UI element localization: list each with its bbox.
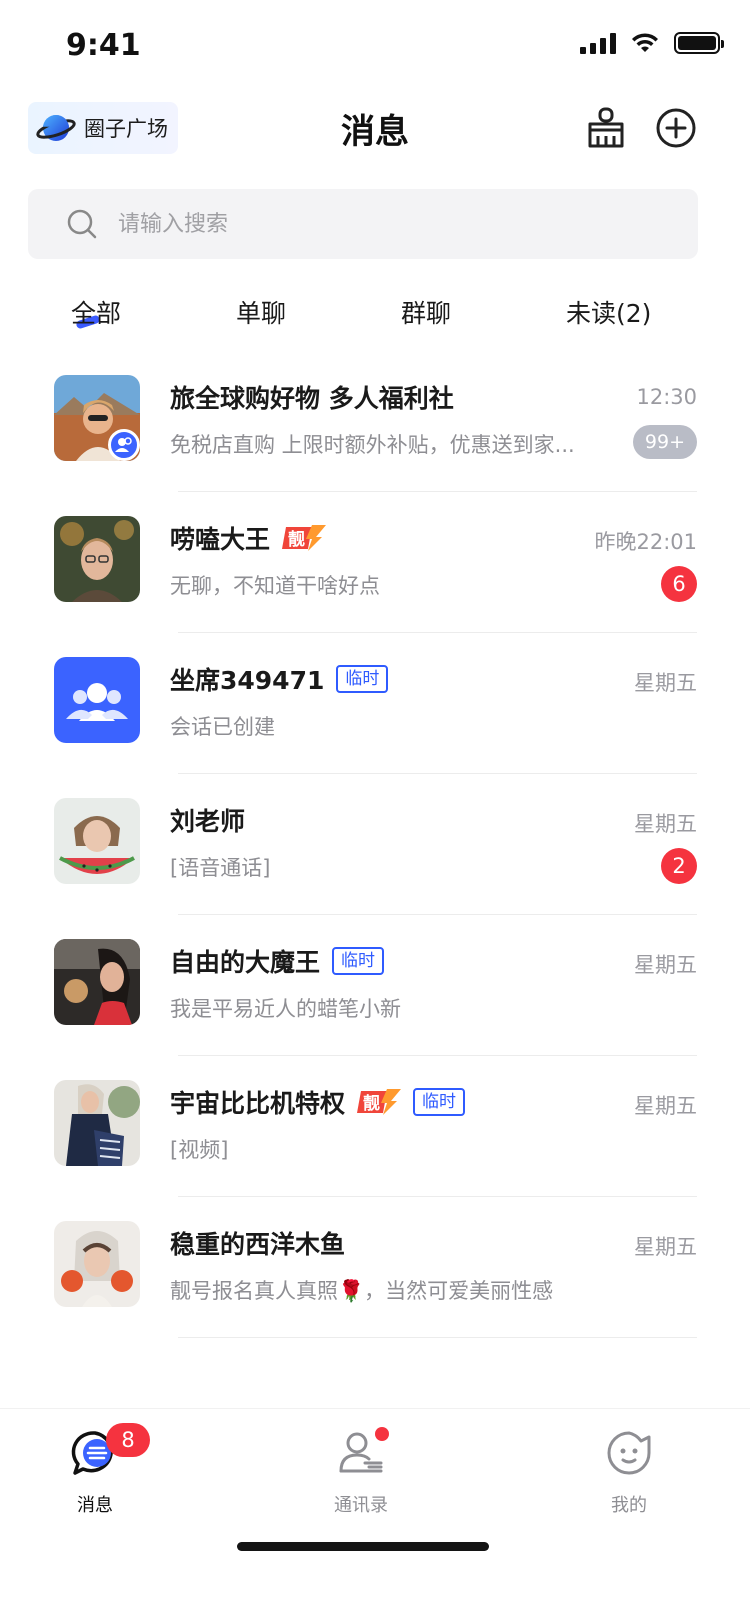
vip-tag-label: 靓 [363,1093,380,1114]
search-bar[interactable] [28,189,698,259]
conversation-preview: 我是平易近人的蜡笔小新 [170,997,401,1021]
unread-count-badge: 6 [661,566,697,602]
clear-unread-button[interactable] [584,106,628,150]
messages-unread-badge: 8 [106,1423,150,1457]
conversation-time: 星期五 [634,1094,697,1118]
home-indicator [237,1542,489,1551]
battery-icon [674,32,724,54]
conversation-name-wrap: 坐席349471 临时 [170,661,389,697]
tabbar-contacts-label: 通讯录 [334,1495,388,1516]
conversation-name: 宇宙比比机特权 [170,1089,346,1118]
conversation-name-wrap: 稳重的西洋木鱼 [170,1225,345,1261]
status-time: 9:41 [66,28,141,63]
temporary-tag: 临时 [332,947,385,975]
conversation-name: 坐席349471 [170,666,325,695]
conversation-row[interactable]: 旅全球购好物 多人福利社 免税店直购 上限时额外补贴，优惠送到家... 12:3… [0,351,750,492]
conversation-name: 刘老师 [170,807,246,836]
profile-face-icon [605,1429,653,1477]
tab-unread[interactable]: 未读(2) [566,294,651,330]
conversation-row[interactable]: 稳重的西洋木鱼 靓号报名真人真照🌹，当然可爱美丽性感 星期五 [0,1197,750,1338]
conversation-row[interactable]: 宇宙比比机特权 靓 临时 [视频] 星期五 [0,1056,750,1197]
conversation-row[interactable]: 刘老师 [语音通话] 星期五 2 [0,774,750,915]
conversation-time: 星期五 [634,671,697,695]
broom-icon [588,107,624,148]
unread-count-badge: 99+ [632,425,697,459]
bottom-tab-bar: 消息 8 通讯录 我的 [0,1408,750,1624]
row-divider [178,1337,697,1338]
page-title: 消息 [341,112,409,152]
conversation-name-wrap: 自由的大魔王 临时 [170,943,385,979]
temporary-tag: 临时 [413,1088,466,1116]
conversation-time: 星期五 [634,812,697,836]
conversation-filter-tabs: 全部 单聊 群聊 未读(2) [0,288,750,338]
conversation-list: 旅全球购好物 多人福利社 免税店直购 上限时额外补贴，优惠送到家... 12:3… [0,351,750,1338]
tabbar-me-label: 我的 [611,1495,647,1516]
conversation-time: 星期五 [634,1235,697,1259]
contacts-notification-dot [375,1427,389,1441]
nav-bar: 圈子广场 消息 [0,96,750,166]
conversation-row[interactable]: 唠嗑大王 靓 无聊，不知道干啥好点 昨晚22:01 6 [0,492,750,633]
conversation-preview: 靓号报名真人真照🌹，当然可爱美丽性感 [170,1279,554,1303]
conversation-name: 唠嗑大王 [170,525,271,554]
add-button[interactable] [654,106,698,150]
avatar [54,1080,140,1166]
conversation-preview: [语音通话] [170,856,271,880]
conversation-time: 12:30 [636,385,697,409]
avatar [54,1221,140,1307]
conversation-preview: 会话已创建 [170,715,275,739]
vip-tag-label: 靓 [288,529,305,550]
vip-number-tag-icon: 靓 [357,1087,402,1117]
conversation-time: 昨晚22:01 [594,530,697,554]
avatar [54,516,140,602]
vip-number-tag-icon: 靓 [282,523,327,553]
tab-group-chat[interactable]: 群聊 [401,294,451,330]
conversation-preview: 无聊，不知道干啥好点 [170,574,380,598]
unread-count-badge: 2 [661,848,697,884]
conversation-preview: [视频] [170,1138,229,1162]
tabbar-me[interactable]: 我的 [569,1429,689,1517]
group-badge-icon [108,429,140,461]
conversation-name-wrap: 旅全球购好物 多人福利社 [170,379,454,415]
avatar [54,939,140,1025]
avatar [54,798,140,884]
tab-all[interactable]: 全部 [71,294,121,330]
plus-circle-icon [656,108,696,148]
search-icon [67,209,97,239]
tabbar-messages-label: 消息 [77,1495,113,1516]
wifi-icon [632,33,658,52]
conversation-name: 稳重的西洋木鱼 [170,1230,346,1259]
status-bar: 9:41 [0,0,750,88]
conversation-name: 自由的大魔王 [170,948,321,977]
conversation-name-wrap: 唠嗑大王 靓 [170,520,327,556]
conversation-name-wrap: 宇宙比比机特权 靓 临时 [170,1084,466,1120]
tabbar-contacts[interactable]: 通讯录 [301,1429,421,1517]
conversation-row[interactable]: 自由的大魔王 临时 我是平易近人的蜡笔小新 星期五 [0,915,750,1056]
conversation-time: 星期五 [634,953,697,977]
tab-single-chat[interactable]: 单聊 [236,294,286,330]
conversation-preview: 免税店直购 上限时额外补贴，优惠送到家... [170,433,575,457]
cellular-signal-icon [580,32,616,54]
conversation-name: 旅全球购好物 多人福利社 [170,384,454,413]
temporary-tag: 临时 [336,665,389,693]
conversation-row[interactable]: 坐席349471 临时 会话已创建 星期五 [0,633,750,774]
group-icon [66,683,128,721]
search-input[interactable] [118,211,638,237]
conversation-name-wrap: 刘老师 [170,802,245,838]
status-icons [580,32,724,54]
group-avatar [54,657,140,743]
